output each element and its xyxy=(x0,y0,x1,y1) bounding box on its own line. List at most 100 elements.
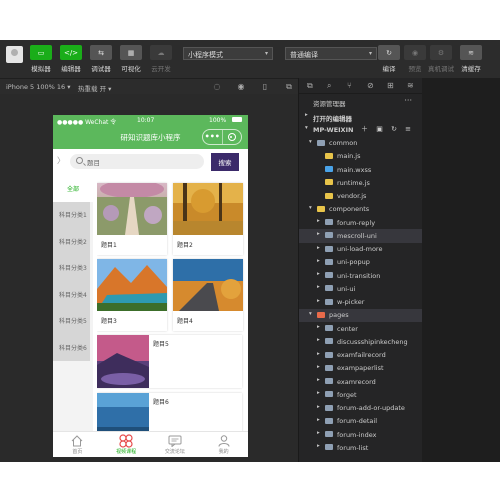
grid-card-title: 题目1 xyxy=(101,242,117,249)
folder-item[interactable]: ▸ uni-load-more xyxy=(299,243,422,256)
phone-toggle-button[interactable]: ▭ 模拟器 xyxy=(28,45,54,73)
file-item[interactable]: runtime.js xyxy=(299,176,422,189)
layout-toggle-button[interactable]: ▦ 可视化 xyxy=(118,45,144,73)
open-editors-section[interactable]: ▸ 打开的编辑器 xyxy=(299,110,422,123)
tab-label: 我的 xyxy=(218,449,229,455)
folder-item[interactable]: ▸ center xyxy=(299,322,422,335)
project-section[interactable]: ▾ MP-WEIXIN ＋ ▣ ↻ ≡ xyxy=(299,123,422,136)
rotate-icon[interactable]: ◌ xyxy=(212,82,222,92)
chevron-right-icon: ▸ xyxy=(317,390,320,397)
search-placeholder: 题目 xyxy=(87,159,100,167)
docker-icon[interactable]: ≋ xyxy=(407,81,414,90)
status-time: 10:07 xyxy=(137,117,155,124)
chevron-right-icon: ▸ xyxy=(317,363,320,370)
chevron-right-icon: ▸ xyxy=(317,403,320,410)
hot-reload-toggle[interactable]: 热重载 开 ▾ xyxy=(78,83,111,93)
user-avatar[interactable] xyxy=(6,46,23,63)
files-icon[interactable]: ⧉ xyxy=(307,81,313,91)
cloud-toggle-button[interactable]: ☁ 云开发 xyxy=(148,45,174,73)
folder-item[interactable]: ▸ forget xyxy=(299,388,422,401)
split-icon[interactable]: ⧉ xyxy=(284,82,294,92)
folder-item[interactable]: ▸ forum-add-or-update xyxy=(299,402,422,415)
tree-item-label: forum-list xyxy=(337,443,369,452)
search-row: 〉 题目 搜索 xyxy=(53,149,248,173)
folder-item[interactable]: ▸ examrecord xyxy=(299,375,422,388)
folder-item[interactable]: ▸ forum-list xyxy=(299,441,422,454)
folder-item[interactable]: ▸ uni-ui xyxy=(299,282,422,295)
explorer-actions[interactable]: ＋ ▣ ↻ ≡ xyxy=(361,124,414,134)
folder-item[interactable]: ▸ w-picker xyxy=(299,296,422,309)
source-control-icon[interactable]: ⑂ xyxy=(347,81,352,90)
folder-item[interactable]: ▸ mescroll-uni xyxy=(299,229,422,243)
device-select[interactable]: iPhone 5 100% 16 ▾ xyxy=(6,83,70,91)
category-item[interactable]: 科目分类1 xyxy=(53,201,90,228)
file-item[interactable]: main.wxss xyxy=(299,163,422,176)
file-item[interactable]: vendor.js xyxy=(299,190,422,203)
category-item[interactable]: 科目分类2 xyxy=(53,228,90,255)
record-icon[interactable]: ◉ xyxy=(236,82,246,92)
code-toggle-button[interactable]: </> 编辑器 xyxy=(58,45,84,73)
tab-label: 视频课程 xyxy=(116,449,137,455)
category-item[interactable]: 科目分类5 xyxy=(53,307,90,334)
thumbnail-forest-image xyxy=(173,183,243,235)
folder-item[interactable]: ▸ examfailrecord xyxy=(299,349,422,362)
refresh-button[interactable]: ↻ 编译 xyxy=(376,45,402,73)
debug-toggle-button[interactable]: ⇆ 调试器 xyxy=(88,45,114,73)
folder-item[interactable]: ▸ discussshipinkecheng xyxy=(299,335,422,348)
folder-item[interactable]: ▸ forum-detail xyxy=(299,415,422,428)
folder-item[interactable]: ▸ uni-transition xyxy=(299,269,422,282)
menu-capsule[interactable]: ••• xyxy=(202,129,242,145)
tree-item-label: runtime.js xyxy=(337,178,370,187)
toolbar-button-label: 调试器 xyxy=(91,65,111,73)
tree-item-label: uni-load-more xyxy=(337,245,383,253)
search-icon[interactable]: ⌕ xyxy=(327,81,331,91)
grid-card[interactable]: 题目2 xyxy=(173,183,243,255)
category-item[interactable]: 科目分类3 xyxy=(53,254,90,281)
folder-item[interactable]: ▸ forum-index xyxy=(299,428,422,441)
editor-area xyxy=(422,78,500,462)
debug-icon[interactable]: ⊘ xyxy=(367,81,374,90)
device-button[interactable]: ⚙ 真机调试 xyxy=(428,45,454,73)
folder-item[interactable]: ▸ exampaperlist xyxy=(299,362,422,375)
extensions-icon[interactable]: ⊞ xyxy=(387,81,394,90)
chevron-left-icon[interactable]: 〉 xyxy=(57,155,65,166)
folder-item[interactable]: ▸ forum-reply xyxy=(299,216,422,229)
category-item[interactable]: 科目分类6 xyxy=(53,334,90,361)
grid-card[interactable]: 题目3 xyxy=(97,259,167,331)
list-item[interactable]: 题目6 xyxy=(97,393,242,431)
grid-card[interactable]: 题目4 xyxy=(173,259,243,331)
more-icon[interactable]: ••• xyxy=(203,130,222,144)
mode-select[interactable]: 小程序模式 ▾ xyxy=(183,47,273,60)
grid-card-title: 题目2 xyxy=(177,242,193,249)
compile-select[interactable]: 普通编译 ▾ xyxy=(285,47,377,60)
grid-card-title: 题目3 xyxy=(101,318,117,325)
explorer-header: 资源管理器 ··· xyxy=(299,94,422,110)
eye-button[interactable]: ◉ 预览 xyxy=(402,45,428,73)
more-icon[interactable]: ··· xyxy=(404,96,412,105)
grid-card[interactable]: 题目1 xyxy=(97,180,167,255)
list-item[interactable]: 题目5 xyxy=(97,335,242,388)
question-grid: 题目1 题目2 题目3 题目4 题目5 题目6 xyxy=(97,177,245,431)
search-input[interactable]: 题目 xyxy=(70,154,204,169)
search-button[interactable]: 搜索 xyxy=(211,153,239,171)
layers-button[interactable]: ≋ 清缓存 xyxy=(458,45,484,73)
device-icon: ⚙ xyxy=(430,45,452,60)
tab-home[interactable]: 首页 xyxy=(53,432,102,457)
folder-item[interactable]: ▾ pages xyxy=(299,308,422,322)
project-label: MP-WEIXIN xyxy=(313,125,354,134)
chevron-right-icon: ▸ xyxy=(317,324,320,330)
tab-video-course[interactable]: 视频课程 xyxy=(102,432,151,457)
layers-icon: ≋ xyxy=(460,45,482,60)
close-miniprogram-icon[interactable] xyxy=(221,130,242,144)
device-frame-icon[interactable]: ▯ xyxy=(260,82,270,92)
category-item[interactable]: 科目分类4 xyxy=(53,281,90,308)
tab-mine[interactable]: 我的 xyxy=(199,432,248,457)
folder-item[interactable]: ▾ common xyxy=(299,137,422,150)
tree-item-label: uni-popup xyxy=(337,258,370,267)
folder-item[interactable]: ▸ uni-popup xyxy=(299,256,422,269)
folder-item[interactable]: ▾ components xyxy=(299,203,422,216)
category-item[interactable]: 全部 xyxy=(53,175,93,202)
tab-forum[interactable]: 交流论坛 xyxy=(151,432,200,457)
tree-item-label: uni-transition xyxy=(337,271,381,280)
file-item[interactable]: main.js xyxy=(299,150,422,163)
